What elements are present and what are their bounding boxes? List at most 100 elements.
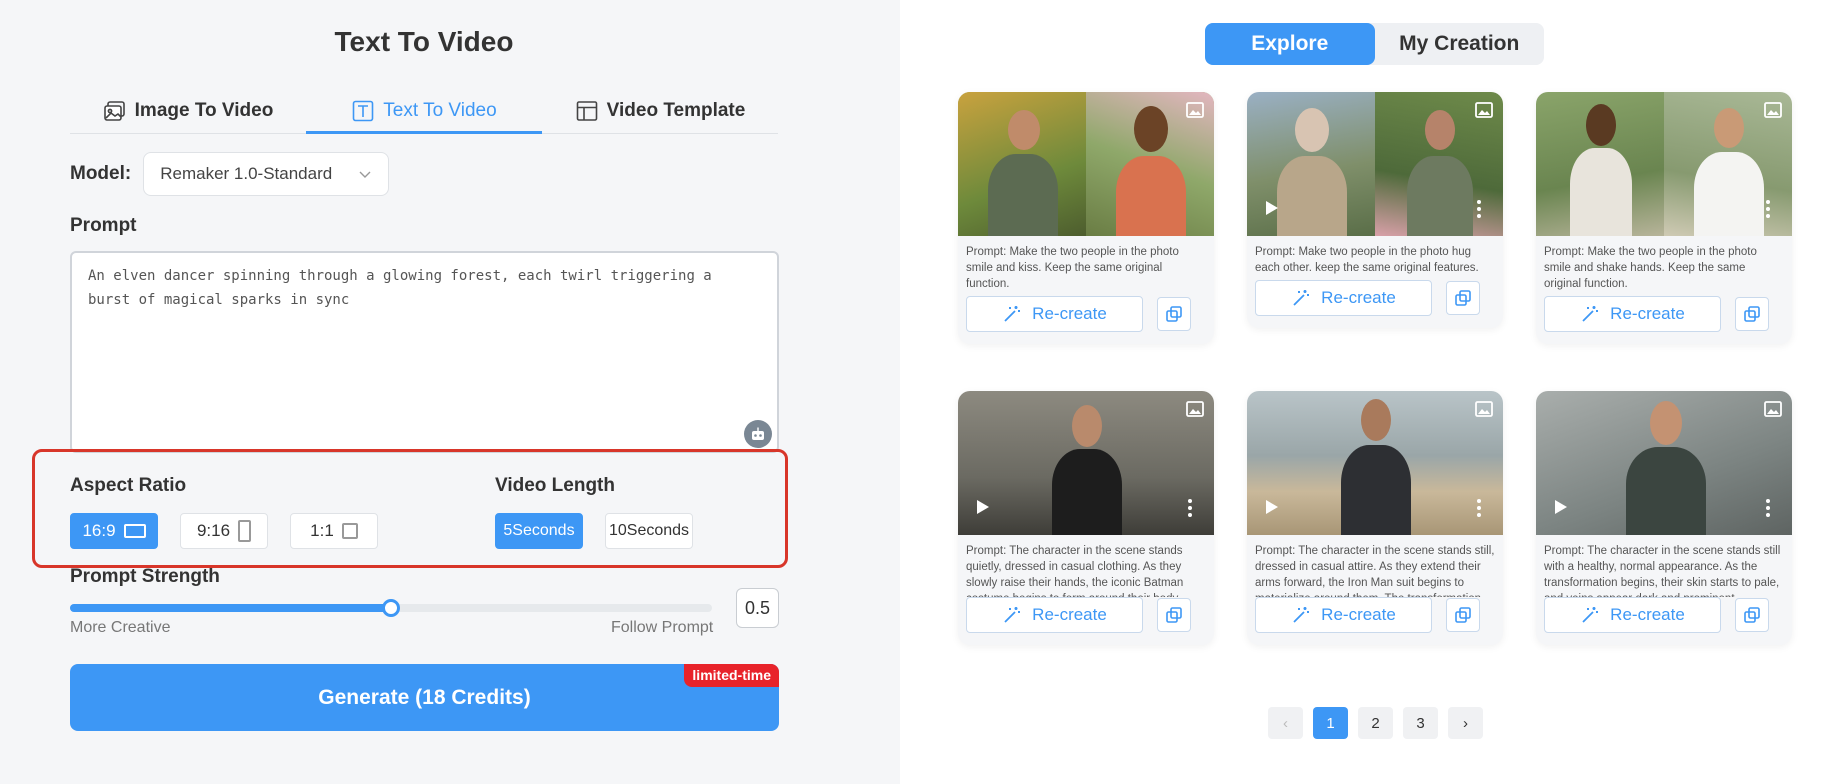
example-card: Prompt: The character in the scene stand… — [1247, 391, 1503, 645]
copy-button[interactable] — [1157, 297, 1191, 331]
magic-wand-icon — [1582, 607, 1599, 623]
page-title: Text To Video — [334, 26, 514, 57]
example-card: Prompt: The character in the scene stand… — [1536, 391, 1792, 645]
copy-button[interactable] — [1735, 598, 1769, 632]
recreate-label: Re-create — [1321, 605, 1396, 624]
copy-icon — [1166, 306, 1182, 322]
magic-wand-icon — [1004, 306, 1021, 322]
tab-video-template[interactable]: Video Template — [542, 88, 778, 133]
aspect-ratio-label: Aspect Ratio — [70, 475, 187, 496]
follow-prompt-caption: Follow Prompt — [611, 619, 714, 636]
page-button-2[interactable]: 2 — [1358, 707, 1393, 739]
mode-tabs: Image To Video Text To Video Video Templ… — [70, 88, 778, 134]
card-thumbnail[interactable] — [1536, 391, 1792, 535]
length-label: 10Seconds — [608, 522, 690, 539]
ratio-label: 9:16 — [196, 521, 231, 540]
prompt-input[interactable]: An elven dancer spinning through a glowi… — [70, 251, 779, 453]
play-icon[interactable] — [1265, 200, 1279, 216]
prompt-label: Prompt — [70, 215, 137, 236]
model-label: Model: — [70, 163, 132, 184]
length-5s-button[interactable]: 5Seconds — [495, 513, 583, 549]
image-icon — [1475, 401, 1493, 417]
ratio-1-1-button[interactable]: 1:1 — [290, 513, 378, 549]
image-video-icon — [103, 100, 125, 121]
magic-wand-icon — [1293, 607, 1310, 623]
image-icon — [1764, 401, 1782, 417]
image-icon — [1186, 102, 1204, 118]
model-row: Model: Remaker 1.0-Standard — [70, 152, 390, 196]
tab-text-to-video[interactable]: Text To Video — [306, 88, 542, 134]
prompt-strength-slider[interactable] — [70, 599, 712, 617]
card-thumbnail[interactable] — [1247, 92, 1503, 236]
prompt-strength-label: Prompt Strength — [70, 566, 220, 587]
copy-button[interactable] — [1446, 281, 1480, 315]
recreate-button[interactable]: Re-create — [1544, 296, 1721, 332]
more-icon[interactable] — [1766, 499, 1770, 517]
card-thumbnail[interactable] — [958, 92, 1214, 236]
play-icon[interactable] — [976, 499, 990, 515]
generate-label: Generate (18 Credits) — [318, 685, 531, 709]
card-prompt: Prompt: The character in the scene stand… — [966, 545, 1184, 597]
card-thumbnail[interactable] — [1247, 391, 1503, 535]
model-select[interactable]: Remaker 1.0-Standard — [143, 152, 390, 196]
page-button-3[interactable]: 3 — [1403, 707, 1438, 739]
copy-button[interactable] — [1157, 598, 1191, 632]
recreate-label: Re-create — [1610, 304, 1685, 323]
example-card: Prompt: The character in the scene stand… — [958, 391, 1214, 645]
card-thumbnail[interactable] — [958, 391, 1214, 535]
card-prompt: Prompt: The character in the scene stand… — [1255, 545, 1495, 597]
example-card: Prompt: Make the two people in the photo… — [1536, 92, 1792, 344]
next-page-button[interactable]: › — [1448, 707, 1483, 739]
tab-label: Image To Video — [134, 99, 274, 121]
copy-button[interactable] — [1446, 598, 1480, 632]
recreate-button[interactable]: Re-create — [1255, 597, 1432, 633]
model-value: Remaker 1.0-Standard — [160, 164, 333, 183]
my-creation-tab[interactable]: My Creation — [1375, 23, 1545, 65]
video-length-label: Video Length — [495, 475, 615, 496]
card-prompt: Prompt: Make the two people in the photo… — [966, 246, 1179, 290]
more-icon[interactable] — [1766, 200, 1770, 218]
slider-thumb[interactable] — [382, 599, 400, 617]
pagination: ‹ 1 2 3 › — [1268, 707, 1483, 739]
recreate-button[interactable]: Re-create — [966, 597, 1143, 633]
image-icon — [1186, 401, 1204, 417]
generate-button[interactable]: Generate (18 Credits) limited-time — [70, 664, 779, 731]
copy-button[interactable] — [1735, 297, 1769, 331]
card-thumbnail[interactable] — [1536, 92, 1792, 236]
ai-prompt-button[interactable] — [744, 420, 772, 448]
copy-icon — [1744, 607, 1760, 623]
copy-icon — [1166, 607, 1182, 623]
recreate-button[interactable]: Re-create — [1544, 597, 1721, 633]
copy-icon — [1455, 290, 1471, 306]
recreate-button[interactable]: Re-create — [1255, 280, 1432, 316]
landscape-icon — [123, 524, 146, 538]
example-card: Prompt: Make two people in the photo hug… — [1247, 92, 1503, 328]
copy-icon — [1455, 607, 1471, 623]
play-icon[interactable] — [1265, 499, 1279, 515]
recreate-button[interactable]: Re-create — [966, 296, 1143, 332]
prev-page-button[interactable]: ‹ — [1268, 707, 1303, 739]
more-icon[interactable] — [1188, 499, 1192, 517]
more-icon[interactable] — [1477, 200, 1481, 218]
tab-image-to-video[interactable]: Image To Video — [70, 88, 306, 133]
ratio-9-16-button[interactable]: 9:16 — [180, 513, 268, 549]
image-icon — [1475, 102, 1493, 118]
more-icon[interactable] — [1477, 499, 1481, 517]
explore-tab[interactable]: Explore — [1205, 23, 1375, 65]
generator-panel: Text To Video Image To Video Text To Vid… — [0, 0, 900, 784]
prompt-strength-value[interactable]: 0.5 — [736, 588, 779, 628]
page-button-1[interactable]: 1 — [1313, 707, 1348, 739]
length-10s-button[interactable]: 10Seconds — [605, 513, 693, 549]
magic-wand-icon — [1004, 607, 1021, 623]
tab-label: Video Template — [606, 99, 746, 121]
text-icon — [352, 100, 374, 121]
robot-icon — [752, 427, 764, 440]
ratio-16-9-button[interactable]: 16:9 — [70, 513, 158, 549]
ratio-label: 16:9 — [82, 521, 116, 540]
example-card: Prompt: Make the two people in the photo… — [958, 92, 1214, 344]
card-prompt: Prompt: Make the two people in the photo… — [1544, 246, 1757, 290]
chevron-down-icon — [359, 171, 371, 178]
play-icon[interactable] — [1554, 499, 1568, 515]
card-prompt: Prompt: Make two people in the photo hug… — [1255, 246, 1479, 274]
highlight-box — [32, 449, 788, 568]
